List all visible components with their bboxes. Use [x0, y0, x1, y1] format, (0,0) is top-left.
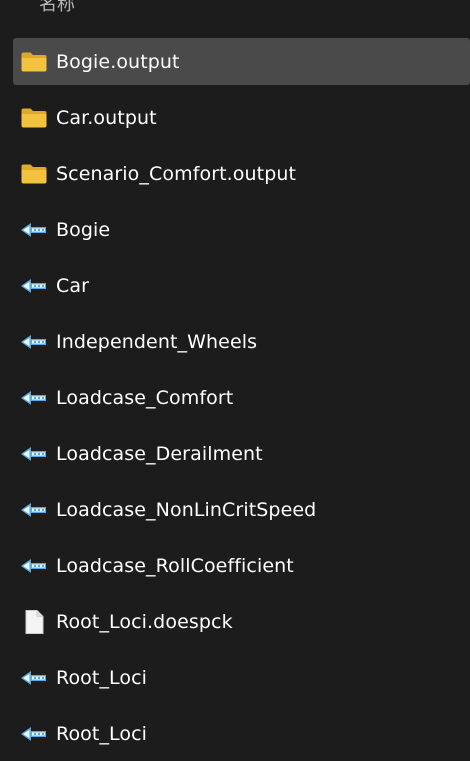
name-column-label[interactable]: 名称	[39, 0, 75, 17]
file-name: Root_Loci.doespck	[56, 611, 233, 633]
file-name: Root_Loci	[56, 723, 148, 745]
file-row[interactable]: Car	[0, 258, 470, 314]
simpack-model-icon	[20, 442, 48, 466]
column-header[interactable]: 名称	[0, 0, 470, 20]
file-row[interactable]: Root_Loci	[0, 706, 470, 761]
file-row[interactable]: Loadcase_Derailment	[0, 426, 470, 482]
file-row[interactable]: Root_Loci	[0, 650, 470, 706]
file-name: Car.output	[56, 107, 157, 129]
simpack-model-icon	[20, 330, 48, 354]
file-name: Car	[56, 275, 90, 297]
file-row[interactable]: Bogie.output	[0, 34, 470, 90]
file-row[interactable]: Loadcase_RollCoefficient	[0, 538, 470, 594]
file-name: Loadcase_Derailment	[56, 443, 263, 465]
folder-icon	[20, 162, 48, 186]
file-list: Bogie.output Car.output Scenario_Comfort…	[0, 34, 470, 761]
simpack-model-icon	[20, 666, 48, 690]
file-name: Scenario_Comfort.output	[56, 163, 297, 185]
file-row[interactable]: Root_Loci.doespck	[0, 594, 470, 650]
simpack-model-icon	[20, 274, 48, 298]
folder-icon	[20, 106, 48, 130]
folder-icon	[20, 50, 48, 74]
simpack-model-icon	[20, 386, 48, 410]
file-name: Independent_Wheels	[56, 331, 258, 353]
file-name: Loadcase_RollCoefficient	[56, 555, 294, 577]
file-name: Bogie	[56, 219, 111, 241]
file-row[interactable]: Independent_Wheels	[0, 314, 470, 370]
file-row[interactable]: Scenario_Comfort.output	[0, 146, 470, 202]
file-row[interactable]: Bogie	[0, 202, 470, 258]
simpack-model-icon	[20, 218, 48, 242]
simpack-model-icon	[20, 554, 48, 578]
file-row[interactable]: Car.output	[0, 90, 470, 146]
file-name: Loadcase_NonLinCritSpeed	[56, 499, 317, 521]
file-name: Root_Loci	[56, 667, 148, 689]
file-name: Bogie.output	[56, 51, 180, 73]
document-icon	[20, 610, 48, 634]
simpack-model-icon	[20, 722, 48, 746]
file-row[interactable]: Loadcase_Comfort	[0, 370, 470, 426]
file-name: Loadcase_Comfort	[56, 387, 234, 409]
simpack-model-icon	[20, 498, 48, 522]
file-row[interactable]: Loadcase_NonLinCritSpeed	[0, 482, 470, 538]
